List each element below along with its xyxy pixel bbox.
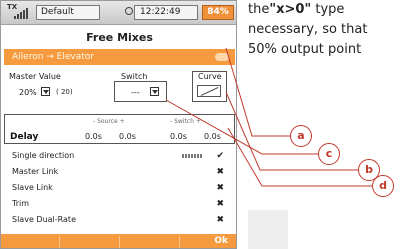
delay-label: Delay (10, 132, 39, 142)
divider (59, 236, 60, 248)
toggle-indicator-icon (215, 53, 229, 61)
callout-a-icon: a (290, 125, 312, 147)
manual-text: the"x>0" type necessary, so that 50% out… (248, 0, 408, 60)
doc-text-condition: "x>0" (269, 2, 312, 17)
transmitter-screen: TX Default 12:22:49 84% Free Mixes Ailer… (0, 0, 237, 249)
row-label: Single direction (12, 151, 75, 160)
bottom-bar: Ok (1, 234, 236, 248)
page-title: Free Mixes (86, 31, 153, 44)
row-slave-link[interactable]: Slave Link ✖ (12, 181, 224, 195)
battery-badge: 84% (202, 5, 234, 20)
ok-button[interactable]: Ok (214, 236, 228, 246)
dotted-icon (182, 154, 202, 158)
row-slave-dual-rate[interactable]: Slave Dual-Rate ✖ (12, 213, 224, 227)
switch-highlight (114, 81, 167, 102)
row-trim[interactable]: Trim ✖ (12, 197, 224, 211)
switch-dropdown-icon[interactable] (150, 87, 159, 96)
status-bar: TX Default 12:22:49 84% (1, 1, 236, 25)
doc-text-line1a: the (248, 2, 270, 17)
clock-time: 12:22:49 (134, 5, 198, 20)
check-icon: ✔ (216, 151, 224, 161)
delay-panel: - Source + - Switch + Delay 0.0s 0.0s 0.… (4, 114, 235, 144)
model-name[interactable]: Default (36, 5, 100, 20)
switch-label: Switch (121, 72, 148, 81)
callout-c-icon: c (318, 143, 340, 165)
cross-icon: ✖ (216, 215, 224, 225)
mix-selector[interactable]: Aileron → Elevator (4, 49, 235, 65)
delay-switch-minus[interactable]: 0.0s (170, 132, 187, 141)
switch-value[interactable]: --- (131, 88, 140, 97)
gray-card (248, 210, 288, 249)
row-label: Trim (12, 199, 30, 208)
row-label: Master Link (12, 167, 59, 176)
doc-text-line1c: type (311, 2, 345, 17)
doc-text-line3: 50% output point (248, 42, 362, 57)
row-label: Slave Dual-Rate (12, 215, 76, 224)
source-header: - Source + (93, 118, 125, 125)
callout-d-icon: d (372, 175, 394, 197)
master-value-label: Master Value (9, 72, 61, 81)
signal-icon (14, 6, 28, 19)
delay-source-plus[interactable]: 0.0s (119, 132, 136, 141)
curve-icon[interactable] (197, 85, 221, 97)
switch-header: - Switch + (170, 118, 201, 125)
row-single-direction[interactable]: Single direction ✔ (12, 149, 224, 163)
doc-text-line2: necessary, so that (248, 22, 368, 37)
clock-icon (125, 7, 133, 15)
mix-label: Aileron → Elevator (12, 52, 94, 62)
cross-icon: ✖ (216, 183, 224, 193)
master-value[interactable]: 20% (19, 88, 37, 97)
master-value-dropdown-icon[interactable] (41, 87, 50, 96)
row-master-link[interactable]: Master Link ✖ (12, 165, 224, 179)
row-label: Slave Link (12, 183, 53, 192)
divider (119, 236, 120, 248)
divider (179, 236, 180, 248)
cross-icon: ✖ (216, 199, 224, 209)
master-value-paren: ( 20) (56, 88, 73, 96)
delay-source-minus[interactable]: 0.0s (85, 132, 102, 141)
delay-switch-plus[interactable]: 0.0s (204, 132, 221, 141)
cross-icon: ✖ (216, 167, 224, 177)
